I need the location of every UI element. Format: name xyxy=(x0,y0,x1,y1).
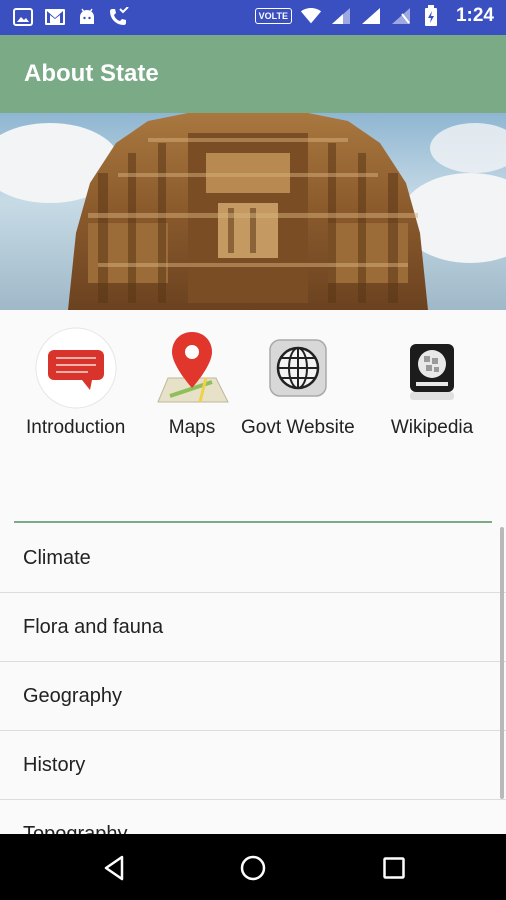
image-icon xyxy=(12,6,34,28)
shortcut-row: Introduction Maps Govt Website Wikipedia xyxy=(0,315,506,455)
status-bar: VOLTE 1:24 xyxy=(0,0,506,35)
navigation-bar xyxy=(0,834,506,900)
maps-shortcut[interactable]: Maps xyxy=(149,325,235,439)
map-pin-icon xyxy=(149,325,235,411)
list-item-history[interactable]: History xyxy=(0,731,506,800)
chat-bubble-icon xyxy=(33,325,119,411)
wikipedia-label: Wikipedia xyxy=(390,417,474,438)
section-divider xyxy=(14,521,492,523)
no-signal-icon xyxy=(390,5,412,27)
list-item-flora-and-fauna[interactable]: Flora and fauna xyxy=(0,593,506,662)
battery-charging-icon xyxy=(420,5,442,27)
lte-signal-icon xyxy=(330,5,352,27)
wifi-icon xyxy=(300,5,322,27)
volte-label: VOLTE xyxy=(254,8,292,24)
govt-website-label: Govt Website xyxy=(241,417,355,438)
list-scrollbar[interactable] xyxy=(500,527,504,799)
clock-time: 1:24 xyxy=(455,5,494,26)
introduction-shortcut[interactable]: Introduction xyxy=(26,325,125,439)
recents-icon[interactable] xyxy=(379,853,409,883)
app-bar: About State xyxy=(0,35,506,113)
system-icons: VOLTE 1:24 xyxy=(254,5,494,27)
gmail-icon xyxy=(44,6,66,28)
missed-call-icon xyxy=(108,6,130,28)
home-icon[interactable] xyxy=(238,853,268,883)
govt-website-shortcut[interactable]: Govt Website xyxy=(241,325,355,439)
state-banner-image xyxy=(0,113,506,310)
list-item-climate[interactable]: Climate xyxy=(0,524,506,593)
signal-icon xyxy=(360,5,382,27)
globe-icon xyxy=(255,325,341,411)
temple-illustration xyxy=(68,113,428,310)
wikipedia-shortcut[interactable]: Wikipedia xyxy=(389,325,475,439)
notification-icons xyxy=(12,6,130,28)
back-icon[interactable] xyxy=(99,853,129,883)
maps-label: Maps xyxy=(168,417,216,438)
page-title: About State xyxy=(24,60,159,87)
android-icon xyxy=(76,6,98,28)
wikipedia-icon xyxy=(389,325,475,411)
list-item-topography[interactable]: Topography xyxy=(0,800,506,835)
topic-list: Climate Flora and fauna Geography Histor… xyxy=(0,524,506,834)
introduction-label: Introduction xyxy=(26,417,126,438)
list-item-geography[interactable]: Geography xyxy=(0,662,506,731)
